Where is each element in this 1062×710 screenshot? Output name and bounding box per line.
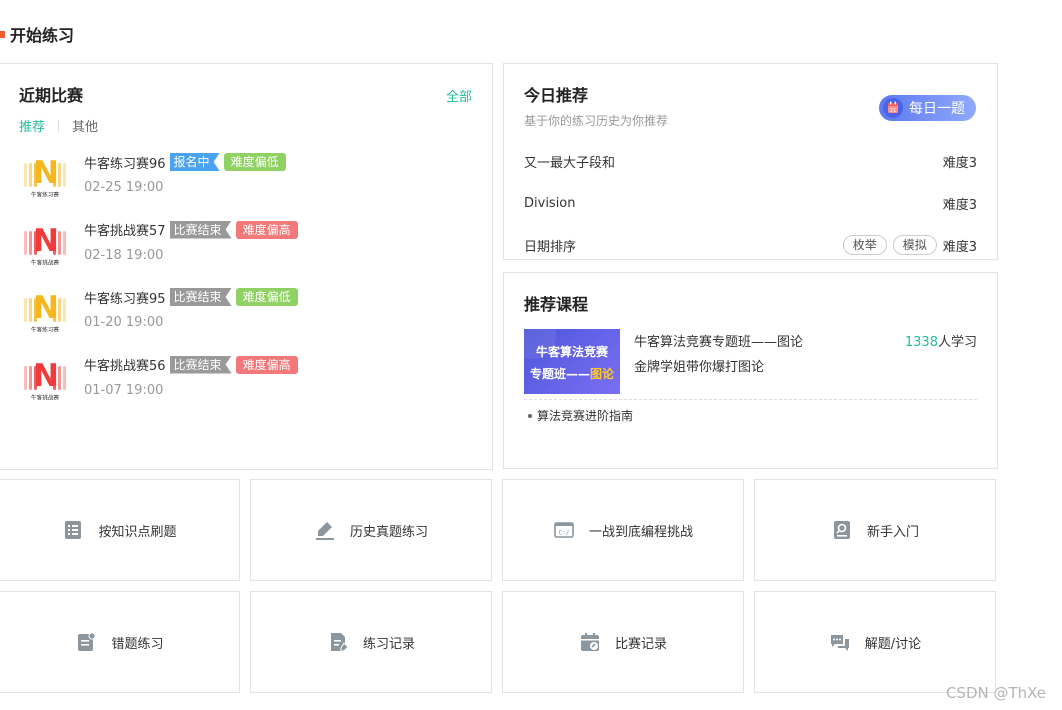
practice-tile[interactable]: 新手入门	[754, 479, 996, 581]
bullet-dot	[528, 413, 532, 418]
contest-status-badge: 报名中	[170, 153, 220, 171]
course-guide-link[interactable]: 算法竞赛进阶指南	[528, 407, 633, 424]
daily-problem-label: 每日一题	[909, 101, 965, 117]
cover-line-1: 牛客算法竞赛	[535, 345, 608, 359]
section-title-text: 开始练习	[10, 26, 75, 45]
practice-tile[interactable]: 练习记录	[250, 591, 492, 693]
practice-tile-label: 历史真题练习	[349, 524, 428, 540]
recent-contests-panel: 近期比赛 全部 推荐 其他 N 牛客练习赛 牛客练习赛96 报名中 难度偏低 0…	[0, 63, 493, 470]
chat-icon	[830, 635, 849, 651]
cover-line-2: 专题班——图论	[529, 367, 615, 381]
practice-tile-label: 新手入门	[866, 524, 919, 540]
contest-item[interactable]: N 牛客挑战赛 牛客挑战赛56 比赛结束 难度偏高 01-07 19:00	[20, 355, 480, 423]
recommend-course-panel: 推荐课程 牛客算法竞赛 专题班——图论 牛客算法竞赛专题班——图论 金牌学姐带你…	[503, 272, 998, 469]
practice-tile-label: 按知识点刷题	[98, 524, 177, 540]
contest-logo[interactable]: N 牛客挑战赛	[20, 360, 70, 406]
all-contests-link[interactable]: 全部	[446, 86, 472, 105]
practice-tile-label: 比赛记录	[614, 636, 667, 652]
contest-title-line: 牛客练习赛96 报名中 难度偏低	[84, 152, 286, 172]
contest-name-link[interactable]: 牛客挑战赛56	[84, 355, 166, 374]
problem-difficulty: 难度3	[942, 155, 977, 171]
calendar-icon: 21	[883, 98, 903, 118]
practice-tile[interactable]: 历史真题练习	[250, 479, 492, 581]
practice-tile[interactable]: C:/ 一战到底编程挑战	[502, 479, 744, 581]
tab-other[interactable]: 其他	[72, 116, 98, 135]
contest-name-link[interactable]: 牛客练习赛96	[84, 153, 166, 172]
problem-tag[interactable]: 模拟	[892, 235, 937, 255]
contest-title-line: 牛客挑战赛57 比赛结束 难度偏高	[84, 220, 298, 240]
course-name-link[interactable]: 牛客算法竞赛专题班——图论	[634, 331, 803, 350]
svg-text:21: 21	[890, 108, 897, 114]
contest-item[interactable]: N 牛客练习赛 牛客练习赛96 报名中 难度偏低 02-25 19:00	[20, 152, 480, 220]
problem-difficulty: 难度3	[942, 239, 977, 255]
problem-name-link[interactable]: 又一最大子段和	[524, 152, 937, 171]
contest-logo[interactable]: N 牛客挑战赛	[20, 225, 70, 271]
problem-name-link[interactable]: Division	[524, 196, 937, 211]
today-recommend-subtitle: 基于你的练习历史为你推荐	[524, 114, 669, 128]
contest-status-badge: 比赛结束	[170, 221, 232, 239]
contest-date: 02-25 19:00	[84, 180, 164, 195]
problem-difficulty: 难度3	[942, 197, 977, 213]
practice-tile-label: 错题练习	[111, 636, 164, 652]
contest-difficulty-badge: 难度偏高	[235, 220, 298, 239]
course-learner-count: 1338人学习	[904, 335, 977, 350]
tab-recommend[interactable]: 推荐	[19, 116, 45, 135]
title-mark	[0, 30, 5, 38]
contest-status-badge: 比赛结束	[170, 356, 232, 374]
recommend-problem-row[interactable]: Division 难度3	[524, 193, 977, 213]
contest-tabs: 推荐 其他	[19, 116, 98, 135]
practice-tile-label: 一战到底编程挑战	[588, 524, 693, 540]
watermark: CSDN @ThXe	[945, 684, 1046, 702]
contest-title-line: 牛客练习赛95 比赛结束 难度偏低	[84, 287, 298, 307]
contest-date: 01-20 19:00	[84, 315, 164, 330]
practice-tile[interactable]: 解题/讨论	[754, 591, 996, 693]
recent-contests-title: 近期比赛	[19, 86, 84, 105]
contest-difficulty-badge: 难度偏高	[235, 355, 298, 374]
contest-logo[interactable]: N 牛客练习赛	[20, 292, 70, 338]
contest-item[interactable]: N 牛客练习赛 牛客练习赛95 比赛结束 难度偏低 01-20 19:00	[20, 287, 480, 355]
contest-date: 02-18 19:00	[84, 247, 164, 263]
today-recommend-title: 今日推荐	[524, 86, 589, 105]
recommend-course-title: 推荐课程	[524, 295, 589, 314]
practice-tile-label: 解题/讨论	[864, 636, 922, 652]
tab-divider	[58, 119, 60, 132]
section-title: 开始练习	[0, 24, 75, 45]
search-doc-icon	[833, 521, 850, 539]
problem-name-link[interactable]: 日期排序	[524, 236, 837, 255]
pen-icon	[315, 522, 334, 540]
practice-tile[interactable]: 比赛记录	[502, 591, 744, 693]
calendar-edit-icon	[580, 633, 599, 651]
daily-problem-button[interactable]: 21 每日一题	[879, 95, 976, 121]
practice-tile[interactable]: 按知识点刷题	[0, 479, 240, 581]
code-window-icon: C:/	[554, 522, 574, 538]
practice-tile[interactable]: 错题练习	[0, 591, 240, 693]
error-doc-icon	[78, 632, 96, 651]
edit-doc-icon	[330, 633, 349, 652]
contest-item[interactable]: N 牛客挑战赛 牛客挑战赛57 比赛结束 难度偏高 02-18 19:00	[20, 220, 480, 288]
contest-name-link[interactable]: 牛客练习赛95	[84, 288, 166, 307]
recommend-problem-row[interactable]: 又一最大子段和 难度3	[524, 151, 977, 171]
contest-title-line: 牛客挑战赛56 比赛结束 难度偏高	[84, 355, 298, 375]
recommend-problem-row[interactable]: 日期排序 枚举 模拟 难度3	[524, 235, 977, 255]
contest-difficulty-badge: 难度偏低	[235, 288, 298, 306]
course-description: 金牌学姐带你爆打图论	[634, 360, 765, 375]
svg-text:C:/: C:/	[559, 530, 570, 537]
course-divider	[524, 399, 977, 400]
problem-tag[interactable]: 枚举	[842, 235, 887, 255]
list-icon	[65, 521, 82, 539]
contest-logo[interactable]: N 牛客练习赛	[20, 157, 70, 203]
contest-name-link[interactable]: 牛客挑战赛57	[84, 220, 166, 239]
practice-tile-label: 练习记录	[362, 636, 415, 652]
contest-date: 01-07 19:00	[84, 382, 164, 398]
contest-difficulty-badge: 难度偏低	[223, 153, 286, 171]
contest-list: N 牛客练习赛 牛客练习赛96 报名中 难度偏低 02-25 19:00 N 牛…	[20, 152, 480, 422]
today-recommend-panel: 今日推荐 基于你的练习历史为你推荐 21 每日一题 又一最大子段和 难度3 Divi…	[503, 63, 998, 260]
course-cover-image[interactable]: 牛客算法竞赛 专题班——图论	[524, 329, 620, 394]
contest-status-badge: 比赛结束	[170, 288, 232, 306]
